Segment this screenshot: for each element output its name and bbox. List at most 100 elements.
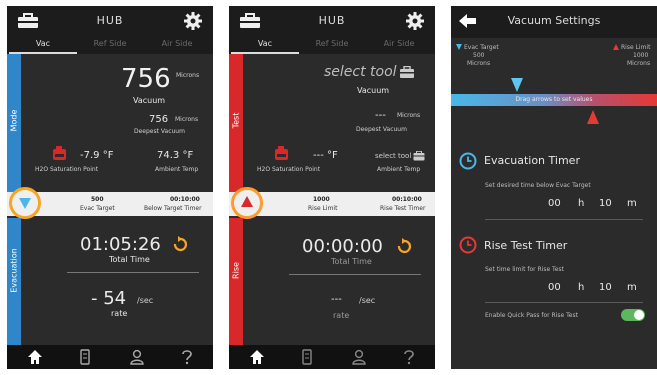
refresh-icon[interactable]	[397, 238, 411, 254]
evac-hours-unit: h	[578, 198, 585, 209]
rise-test-timer-label: Rise Test Timer	[380, 205, 426, 212]
ambient-temp-value[interactable]: select tool	[375, 152, 411, 160]
divider	[289, 274, 421, 275]
evac-target-value: 500	[91, 196, 104, 203]
drag-hint: Drag arrows to set values	[515, 96, 593, 103]
deepest-vacuum-value: 756	[149, 114, 169, 125]
vacuum-value: 756	[121, 64, 171, 94]
rise-hours-unit: h	[578, 282, 585, 293]
bottom-nav	[229, 345, 435, 369]
total-time-label: Total Time	[331, 257, 372, 266]
home-icon[interactable]	[27, 349, 43, 365]
total-time-value: 00:00:00	[302, 236, 383, 257]
tab-air-side[interactable]: Air Side	[365, 39, 433, 48]
bottom-nav	[7, 345, 213, 369]
evac-target-slider-handle[interactable]	[511, 78, 523, 92]
top-bar: HUB	[229, 6, 435, 36]
rise-limit-slider-handle[interactable]	[587, 110, 599, 124]
triangle-down-icon	[456, 44, 462, 50]
rise-limit-label: Rise Limit	[308, 205, 338, 212]
test-label: Test	[231, 112, 241, 129]
tab-ref-side[interactable]: Ref Side	[76, 39, 144, 48]
evac-minutes-field[interactable]: 10	[599, 198, 612, 209]
rise-limit-value: 1000	[313, 196, 330, 203]
page-title: Vacuum Settings	[507, 14, 601, 27]
h2o-saturation-value: --- °F	[313, 150, 338, 161]
select-tool-prompt[interactable]: select tool	[324, 64, 397, 80]
rate-value: ---	[331, 294, 342, 305]
tab-bar: Vac Ref Side Air Side	[229, 36, 435, 54]
refresh-icon[interactable]	[173, 236, 187, 252]
evac-target-label: Evac Target	[80, 205, 115, 212]
evac-target-label: Evac Target	[464, 44, 499, 51]
user-icon[interactable]	[351, 349, 367, 365]
evac-target-value: 500	[473, 52, 485, 59]
top-bar: Vacuum Settings	[451, 6, 657, 38]
gear-icon[interactable]	[183, 11, 203, 31]
target-range-slider[interactable]: Drag arrows to set values	[451, 94, 657, 106]
tab-air-side[interactable]: Air Side	[143, 39, 211, 48]
phase-sidebar: Rise	[229, 218, 243, 346]
evac-target-unit: Microns	[467, 60, 491, 67]
clock-icon	[459, 152, 477, 170]
tab-ref-side[interactable]: Ref Side	[298, 39, 366, 48]
gear-icon[interactable]	[405, 11, 425, 31]
rise-hours-field[interactable]: 00	[548, 282, 561, 293]
rate-unit: /sec	[137, 296, 154, 305]
rate-unit: /sec	[359, 296, 376, 305]
gauge-icon[interactable]	[299, 349, 315, 365]
hub-screen-evacuation: HUB Vac Ref Side Air Side Mode 756 Micro…	[7, 6, 213, 369]
h2o-saturation-value: -7.9 °F	[80, 150, 114, 161]
divider	[485, 219, 643, 220]
vacuum-settings-screen: Vacuum Settings Evac Target 500 Microns …	[451, 6, 657, 369]
deepest-vacuum-value: ---	[375, 110, 386, 121]
evac-target-indicator[interactable]	[9, 187, 41, 219]
phase-sidebar: Evacuation	[7, 218, 21, 346]
top-bar: HUB	[7, 6, 213, 36]
h2o-saturation-label: H2O Saturation Point	[35, 166, 99, 173]
evacuation-label: Evacuation	[9, 248, 19, 293]
rise-minutes-field[interactable]: 10	[599, 282, 612, 293]
total-time-value: 01:05:26	[80, 234, 161, 255]
rise-minutes-unit: m	[627, 282, 637, 293]
below-target-timer-value: 00:10:00	[170, 196, 200, 203]
home-icon[interactable]	[249, 349, 265, 365]
rise-limit-label: Rise Limit	[621, 44, 651, 51]
user-icon[interactable]	[129, 349, 145, 365]
divider	[485, 302, 643, 303]
vacuum-unit: Microns	[176, 72, 200, 79]
vacuum-label: Vacuum	[357, 86, 390, 95]
toolbox-icon	[400, 66, 414, 78]
mode-sidebar: Mode	[7, 54, 21, 194]
rise-limit-indicator[interactable]	[231, 187, 263, 219]
rise-label: Rise	[231, 262, 241, 279]
triangle-up-icon	[241, 196, 253, 207]
gauge-icon[interactable]	[77, 349, 93, 365]
help-icon[interactable]	[401, 349, 417, 365]
rise-limit-unit: Microns	[627, 60, 651, 67]
ambient-temp-value: 74.3 °F	[157, 150, 194, 161]
evac-hours-field[interactable]: 00	[548, 198, 561, 209]
rise-test-timer-title: Rise Test Timer	[484, 239, 568, 252]
below-target-timer-label: Below Target Timer	[144, 205, 202, 212]
h2o-saturation-icon	[275, 146, 288, 160]
total-time-label: Total Time	[109, 255, 150, 264]
mode-label: Mode	[9, 109, 19, 132]
rate-value: - 54	[91, 288, 127, 309]
help-icon[interactable]	[179, 349, 195, 365]
tab-vac[interactable]: Vac	[231, 39, 299, 48]
ambient-temp-label: Ambient Temp	[155, 166, 199, 173]
ambient-temp-label: Ambient Temp	[377, 166, 421, 173]
test-sidebar: Test	[229, 54, 243, 194]
tab-vac[interactable]: Vac	[9, 39, 77, 48]
quick-pass-toggle[interactable]	[621, 309, 645, 321]
h2o-saturation-label: H2O Saturation Point	[257, 166, 321, 173]
clock-icon	[459, 236, 477, 254]
deepest-vacuum-unit: Microns	[175, 116, 199, 123]
rise-limit-value: 1000	[633, 52, 649, 59]
deepest-vacuum-label: Deepest Vacuum	[134, 128, 185, 135]
evacuation-timer-title: Evacuation Timer	[484, 154, 580, 167]
evacuation-timer-description: Set desired time below Evac Target	[485, 182, 591, 189]
tab-bar: Vac Ref Side Air Side	[7, 36, 213, 54]
rise-test-timer-description: Set time limit for Rise Test	[485, 266, 564, 273]
